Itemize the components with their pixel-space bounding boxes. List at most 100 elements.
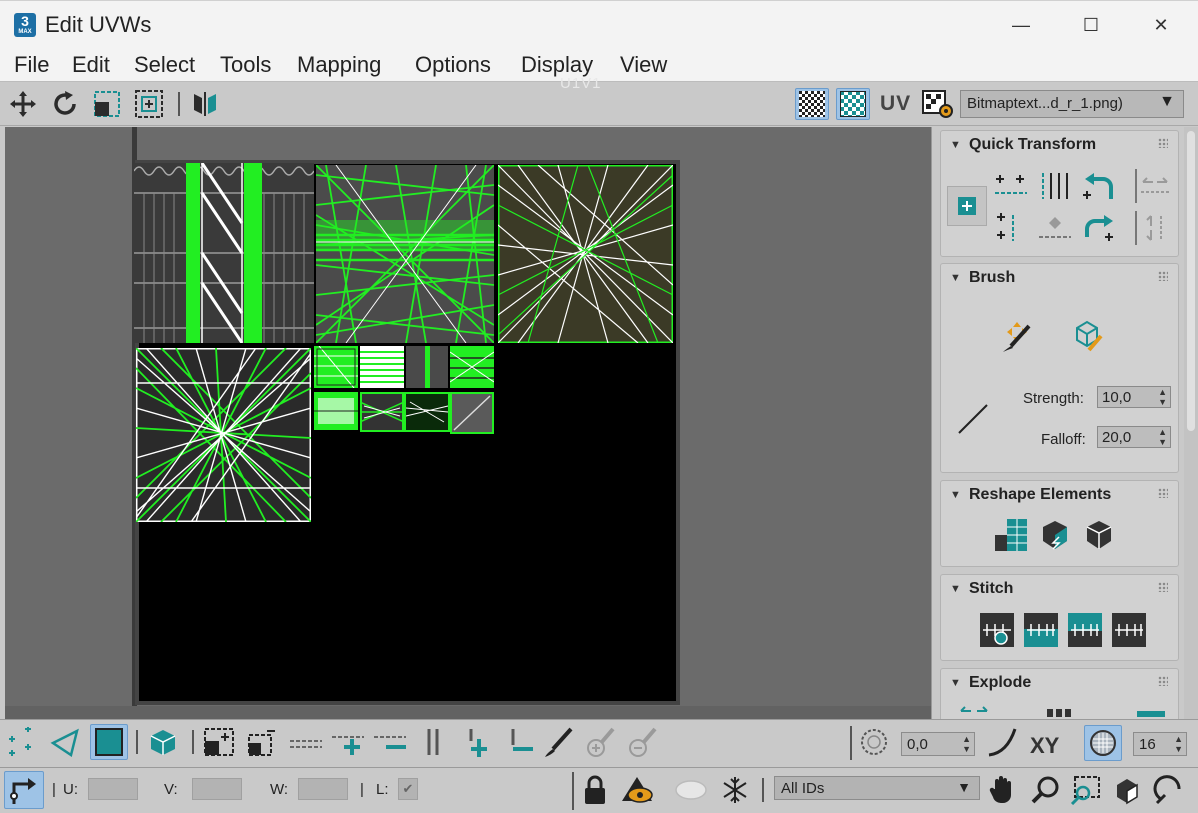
vertex-mode-icon[interactable] [4,726,38,758]
align-horizontal-icon[interactable] [991,169,1031,203]
mirror-icon[interactable] [188,88,222,120]
ring-shrink-icon[interactable] [502,726,536,758]
spinner-arrows-icon[interactable]: ▲ ▼ [962,734,971,754]
grip-icon[interactable] [1158,676,1168,686]
grow-selection-icon[interactable] [202,726,236,758]
stitch-target-icon[interactable] [1021,611,1061,649]
close-button[interactable]: ✕ [1138,7,1184,43]
lock-checkbox[interactable]: ✔ [398,778,418,800]
rollout-header[interactable]: ▼ Reshape Elements [941,481,1178,509]
uv-tile-small-1[interactable] [314,346,358,388]
scale-icon[interactable] [90,88,124,120]
paint-grow-icon[interactable] [584,726,618,758]
texture-dropdown[interactable]: Bitmaptext...d_r_1.png) ▼ [960,90,1184,118]
uv-tile-fence[interactable] [134,163,314,343]
falloff-space-xy[interactable]: XY [1030,733,1059,759]
uv-tile-small-5[interactable] [314,392,358,430]
relax-brush-icon[interactable] [1067,316,1107,356]
menu-tools[interactable]: Tools [220,52,271,78]
falloff-spinner[interactable]: 20,0 ▲ ▼ [1097,426,1171,448]
spacing-horizontal-icon[interactable] [1135,169,1173,203]
strength-spinner[interactable]: 10,0 ▲ ▼ [1097,386,1171,408]
stitch-custom-icon[interactable] [977,611,1017,649]
uv-tile-small-6[interactable] [360,392,404,432]
stitch-average-icon[interactable] [1065,611,1105,649]
snap-grid-icon[interactable] [1084,725,1122,761]
grid-size-spinner[interactable]: 16 ▲ ▼ [1133,732,1187,756]
soft-selection-spinner[interactable]: 0,0 ▲ ▼ [901,732,975,756]
falloff-curve-icon[interactable] [953,399,993,439]
rotate-cw-icon[interactable] [1079,211,1119,245]
align-vertical-icon[interactable] [991,211,1031,245]
rotate-icon[interactable] [48,88,82,120]
loop-shrink-icon[interactable] [372,726,408,758]
uv-tile-u1v1[interactable] [498,165,673,343]
loop-grow-icon[interactable] [330,726,366,758]
uv-tile-small-4[interactable] [450,346,494,388]
soft-selection-icon[interactable] [857,726,891,758]
straighten-icon[interactable] [1035,169,1075,203]
falloff-type-icon[interactable] [986,726,1020,758]
element-mode-icon[interactable] [146,726,180,758]
pack-elements-icon[interactable] [1079,515,1119,555]
checker-pattern-icon[interactable] [795,88,829,120]
loop-select-icon[interactable] [288,726,324,758]
weld-icon[interactable] [1135,705,1167,719]
maximize-button[interactable]: ☐ [1068,7,1114,43]
paint-select-icon[interactable] [542,726,576,758]
uv-tile-dense[interactable] [136,348,311,522]
hide-unselected-icon[interactable] [620,774,654,806]
break-icon[interactable] [1045,705,1075,719]
shrink-selection-icon[interactable] [244,726,278,758]
menu-view[interactable]: View [620,52,667,78]
absolute-offset-icon[interactable] [4,771,44,809]
spinner-arrows-icon[interactable]: ▲ ▼ [1174,734,1183,754]
zoom-region-icon[interactable] [1068,774,1102,806]
viewport-scrollbar[interactable] [5,706,931,719]
zoom-icon[interactable] [1028,774,1062,806]
uv-tile-small-3[interactable] [406,346,448,388]
uv-toggle[interactable]: UV [880,92,911,116]
rollout-header[interactable]: ▼ Quick Transform [941,131,1178,159]
grip-icon[interactable] [1158,488,1168,498]
edge-mode-icon[interactable] [48,726,82,758]
uv-tile-green-lines[interactable] [316,165,494,343]
texture-settings-icon[interactable] [921,88,955,120]
w-input[interactable] [298,778,348,800]
zoom-extents-icon[interactable] [1110,774,1144,806]
menu-edit[interactable]: Edit [72,52,110,78]
uv-tile-small-7[interactable] [404,392,450,432]
ring-grow-icon[interactable] [460,726,494,758]
stitch-source-icon[interactable] [1109,611,1149,649]
uv-tile-small-8[interactable] [450,392,494,434]
freeform-icon[interactable] [132,88,166,120]
spinner-arrows-icon[interactable]: ▲ ▼ [1158,387,1167,407]
texture-display-icon[interactable] [836,88,870,120]
minimize-button[interactable]: — [998,7,1044,43]
uv-tile-small-2[interactable] [360,346,404,388]
u-input[interactable] [88,778,138,800]
straighten-selection-icon[interactable] [991,515,1031,555]
pan-hand-icon[interactable] [985,774,1019,806]
menu-mapping[interactable]: Mapping [297,52,381,78]
menu-options[interactable]: Options [415,52,491,78]
panel-scrollbar[interactable] [1184,127,1198,719]
polygon-mode-icon[interactable] [90,724,128,760]
zoom-selected-icon[interactable] [1152,774,1186,806]
grip-icon[interactable] [1158,271,1168,281]
paint-shrink-icon[interactable] [626,726,660,758]
scrollbar-thumb[interactable] [1187,131,1195,431]
spinner-arrows-icon[interactable]: ▲ ▼ [1158,427,1167,447]
rollout-header[interactable]: ▼ Explode [941,669,1178,697]
rollout-header[interactable]: ▼ Brush [941,264,1178,292]
grip-icon[interactable] [1158,138,1168,148]
explode-icon[interactable] [957,705,993,719]
spacing-vertical-icon[interactable] [1135,211,1173,245]
material-ids-dropdown[interactable]: All IDs ▼ [774,776,980,800]
lock-icon[interactable] [578,774,612,806]
ring-select-icon[interactable] [416,726,450,758]
menu-file[interactable]: File [14,52,49,78]
relax-icon[interactable] [1035,515,1075,555]
rollout-header[interactable]: ▼ Stitch [941,575,1178,603]
paint-move-icon[interactable] [997,316,1037,356]
